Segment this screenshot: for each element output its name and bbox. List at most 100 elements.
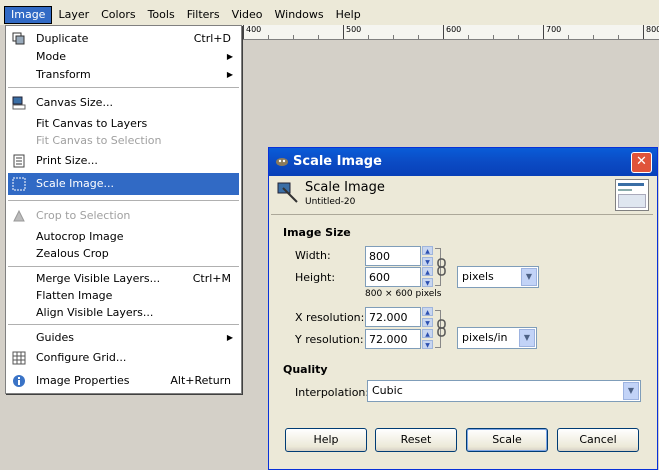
image-menu-dropdown: Duplicate Ctrl+D Mode ▶ Transform ▶ Canv… — [5, 25, 242, 394]
menu-separator — [8, 200, 239, 202]
menu-item-label: Print Size... — [36, 154, 98, 167]
reset-button[interactable]: Reset — [375, 428, 457, 452]
ruler-tick — [593, 35, 594, 39]
menu-item-canvas-size[interactable]: Canvas Size... — [8, 94, 239, 112]
menu-item-configure-grid[interactable]: Configure Grid... — [8, 349, 239, 367]
res-unit-select[interactable]: pixels/in ▼ — [457, 327, 537, 349]
menu-image[interactable]: Image — [4, 6, 53, 24]
scale-image-dialog: Scale Image ✕ Scale Image Untitled-20 Im… — [268, 147, 658, 470]
chain-link-icon[interactable] — [437, 258, 446, 276]
spin-down-icon[interactable]: ▼ — [422, 318, 433, 327]
ruler-tick — [293, 35, 294, 39]
menu-item-zealous-crop[interactable]: Zealous Crop — [8, 245, 239, 263]
spin-up-icon[interactable]: ▲ — [422, 329, 433, 338]
spin-down-icon[interactable]: ▼ — [422, 278, 433, 287]
dialog-titlebar[interactable]: Scale Image ✕ — [269, 148, 657, 176]
size-unit-value: pixels — [462, 270, 494, 283]
chevron-down-icon[interactable]: ▼ — [623, 382, 639, 400]
menu-item-label: Configure Grid... — [36, 351, 127, 364]
menu-item-label: Fit Canvas to Layers — [36, 117, 148, 130]
height-label: Height: — [295, 271, 336, 284]
spin-up-icon[interactable]: ▲ — [422, 267, 433, 276]
ruler-label: 500 — [343, 25, 361, 39]
chevron-down-icon[interactable]: ▼ — [521, 268, 537, 286]
menu-item-image-properties[interactable]: Image Properties Alt+Return — [8, 372, 239, 390]
gimp-icon — [276, 158, 288, 166]
image-size-heading: Image Size — [283, 226, 351, 239]
interpolation-value: Cubic — [372, 384, 403, 397]
menu-filters[interactable]: Filters — [181, 6, 226, 24]
submenu-arrow-icon: ▶ — [226, 52, 233, 61]
ruler-tick — [493, 35, 494, 39]
xres-label: X resolution: — [295, 311, 365, 324]
menu-windows[interactable]: Windows — [269, 6, 330, 24]
height-spinner[interactable]: ▲ ▼ — [422, 267, 433, 287]
xres-spinner[interactable]: ▲ ▼ — [422, 307, 433, 327]
info-icon — [13, 375, 25, 387]
interpolation-select[interactable]: Cubic ▼ — [367, 380, 641, 402]
spin-down-icon[interactable]: ▼ — [422, 257, 433, 266]
width-label: Width: — [295, 249, 331, 262]
menu-item-flatten[interactable]: Flatten Image — [8, 287, 239, 305]
scale-icon — [12, 177, 26, 191]
menu-item-fit-canvas-selection: Fit Canvas to Selection — [8, 132, 239, 150]
yres-input[interactable]: 72.000 — [365, 329, 421, 349]
menu-separator — [8, 266, 239, 268]
menu-item-label: Image Properties — [36, 374, 130, 387]
width-spinner[interactable]: ▲ ▼ — [422, 246, 433, 266]
yres-spinner[interactable]: ▲ ▼ — [422, 329, 433, 349]
menu-layer[interactable]: Layer — [52, 6, 95, 24]
dialog-header: Scale Image Untitled-20 — [271, 178, 653, 215]
horizontal-ruler[interactable]: 400 500 600 700 800 — [241, 25, 659, 40]
menu-video[interactable]: Video — [226, 6, 269, 24]
ruler-tick — [468, 35, 469, 39]
menu-item-merge-visible[interactable]: Merge Visible Layers... Ctrl+M — [8, 270, 239, 288]
ruler-tick — [318, 35, 319, 39]
cancel-button[interactable]: Cancel — [557, 428, 639, 452]
menu-item-transform[interactable]: Transform ▶ — [8, 66, 239, 84]
menu-item-duplicate[interactable]: Duplicate Ctrl+D — [8, 30, 239, 48]
dialog-title: Scale Image — [293, 154, 382, 169]
submenu-arrow-icon: ▶ — [226, 333, 233, 342]
menu-tools[interactable]: Tools — [142, 6, 181, 24]
ruler-tick — [568, 35, 569, 39]
size-caption: 800 × 600 pixels — [365, 289, 442, 299]
spin-down-icon[interactable]: ▼ — [422, 340, 433, 349]
chain-link-icon[interactable] — [437, 319, 446, 337]
ruler-label: 700 — [543, 25, 561, 39]
scale-button[interactable]: Scale — [466, 428, 548, 452]
header-title: Scale Image — [305, 180, 385, 195]
res-unit-value: pixels/in — [462, 331, 508, 344]
menu-item-guides[interactable]: Guides ▶ — [8, 329, 239, 347]
close-button[interactable]: ✕ — [631, 152, 652, 173]
menu-item-autocrop[interactable]: Autocrop Image — [8, 228, 239, 246]
image-thumbnail — [615, 179, 649, 211]
xres-input[interactable]: 72.000 — [365, 307, 421, 327]
menu-item-scale-image[interactable]: Scale Image... — [8, 173, 239, 195]
quality-heading: Quality — [283, 363, 328, 376]
menu-colors[interactable]: Colors — [95, 6, 141, 24]
help-button[interactable]: Help — [285, 428, 367, 452]
menu-item-label: Align Visible Layers... — [36, 306, 154, 319]
yres-label: Y resolution: — [295, 333, 364, 346]
menu-help[interactable]: Help — [330, 6, 367, 24]
grid-icon — [12, 351, 26, 365]
width-input[interactable]: 800 — [365, 246, 421, 266]
menu-item-label: Merge Visible Layers... — [36, 272, 161, 285]
spin-up-icon[interactable]: ▲ — [422, 307, 433, 316]
canvas-size-icon — [12, 96, 26, 110]
spin-up-icon[interactable]: ▲ — [422, 246, 433, 255]
header-subtitle: Untitled-20 — [305, 197, 356, 207]
chevron-down-icon[interactable]: ▼ — [519, 329, 535, 347]
ruler-tick — [618, 35, 619, 39]
ruler-label: 600 — [443, 25, 461, 39]
menu-item-print-size[interactable]: Print Size... — [8, 152, 239, 170]
shortcut-label: Ctrl+M — [192, 272, 231, 285]
menu-item-mode[interactable]: Mode ▶ — [8, 48, 239, 66]
menu-separator — [8, 324, 239, 326]
menu-item-fit-canvas-layers[interactable]: Fit Canvas to Layers — [8, 115, 239, 133]
menu-item-align-visible[interactable]: Align Visible Layers... — [8, 304, 239, 322]
size-unit-select[interactable]: pixels ▼ — [457, 266, 539, 288]
height-input[interactable]: 600 — [365, 267, 421, 287]
menu-separator — [8, 87, 239, 89]
